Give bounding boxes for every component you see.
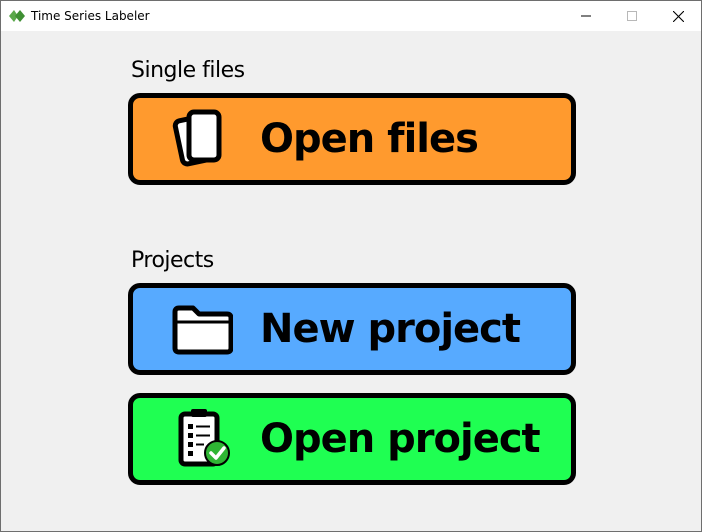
folder-icon xyxy=(172,305,233,355)
open-files-button[interactable]: Open files xyxy=(128,93,576,185)
diamond-tag-icon xyxy=(9,10,25,22)
new-project-button[interactable]: New project xyxy=(128,283,576,375)
app-window: Time Series Labeler Single files Open fi… xyxy=(0,0,702,532)
open-project-label: Open project xyxy=(260,416,541,462)
close-icon xyxy=(672,10,684,22)
open-project-button[interactable]: Open project xyxy=(128,393,576,485)
maximize-button[interactable] xyxy=(609,1,655,31)
minimize-icon xyxy=(581,15,591,17)
window-title: Time Series Labeler xyxy=(31,9,150,23)
projects-heading: Projects xyxy=(131,248,214,273)
minimize-button[interactable] xyxy=(563,1,609,31)
files-icon xyxy=(172,109,222,167)
new-project-label: New project xyxy=(260,306,521,352)
open-files-label: Open files xyxy=(260,116,479,162)
maximize-icon xyxy=(627,11,637,21)
close-button[interactable] xyxy=(655,1,701,31)
title-bar[interactable]: Time Series Labeler xyxy=(1,1,701,31)
single-files-heading: Single files xyxy=(131,58,245,83)
clipboard-check-icon xyxy=(178,409,230,467)
